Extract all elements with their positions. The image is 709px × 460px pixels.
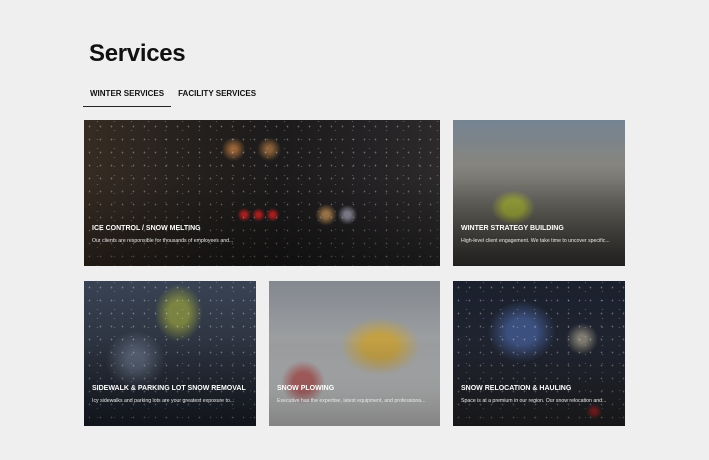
- service-card-snow-relocation[interactable]: SNOW RELOCATION & HAULING Space is at a …: [453, 281, 625, 426]
- service-card-sidewalk-parking[interactable]: SIDEWALK & PARKING LOT SNOW REMOVAL Icy …: [84, 281, 256, 426]
- service-card-title: SNOW RELOCATION & HAULING: [461, 385, 572, 392]
- service-card-winter-strategy[interactable]: WINTER STRATEGY BUILDING High-level clie…: [453, 120, 625, 266]
- service-card-description: Executive has the expertise, latest equi…: [277, 398, 426, 404]
- service-card-ice-control[interactable]: ICE CONTROL / SNOW MELTING Our clients a…: [84, 120, 440, 266]
- service-card-description: Space is at a premium in our region. Our…: [461, 398, 607, 404]
- service-card-title: SNOW PLOWING: [277, 385, 335, 392]
- service-tabs: WINTER SERVICES FACILITY SERVICES: [83, 86, 263, 107]
- service-card-description: Icy sidewalks and parking lots are your …: [92, 398, 235, 404]
- tab-winter-services[interactable]: WINTER SERVICES: [83, 86, 172, 107]
- service-card-description: High-level client engagement. We take ti…: [461, 238, 610, 244]
- service-card-title: WINTER STRATEGY BUILDING: [461, 225, 564, 232]
- service-card-snow-plowing[interactable]: SNOW PLOWING Executive has the expertise…: [269, 281, 440, 426]
- service-card-title: ICE CONTROL / SNOW MELTING: [92, 225, 201, 232]
- tab-facility-services[interactable]: FACILITY SERVICES: [171, 86, 263, 107]
- service-card-description: Our clients are responsible for thousand…: [92, 238, 234, 244]
- service-card-title: SIDEWALK & PARKING LOT SNOW REMOVAL: [92, 385, 246, 392]
- page-title: Services: [89, 40, 186, 67]
